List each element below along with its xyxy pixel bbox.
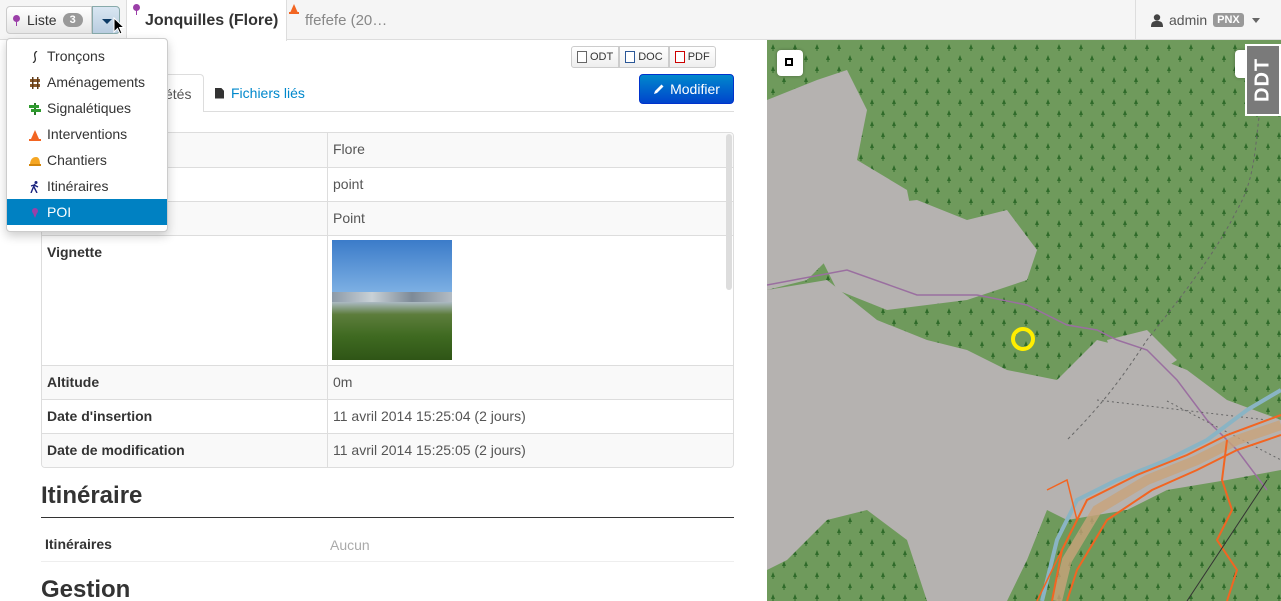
property-value bbox=[328, 236, 733, 365]
tab-ffefefe[interactable]: ffefefe (20… bbox=[290, 0, 387, 40]
doc-file-icon bbox=[625, 51, 636, 63]
tab-jonquilles-label: Jonquilles (Flore) bbox=[145, 11, 279, 29]
path-icon bbox=[32, 51, 38, 63]
pdf-file-icon bbox=[674, 51, 685, 63]
property-value: 11 avril 2014 15:25:04 (2 jours) bbox=[333, 408, 526, 424]
module-dropdown-menu: Tronçons Aménagements Signalétiques Inte… bbox=[6, 38, 168, 232]
top-navbar: Liste 3 Jonquilles (Flore) ffefefe (20… … bbox=[0, 0, 1281, 41]
file-icon bbox=[215, 87, 224, 99]
property-value: Flore bbox=[333, 141, 365, 157]
itineraires-value: Aucun bbox=[330, 537, 370, 553]
map-canvas bbox=[767, 40, 1281, 601]
table-scrollbar[interactable] bbox=[726, 134, 732, 290]
infrastructure-icon bbox=[30, 77, 40, 89]
trek-icon bbox=[30, 181, 39, 193]
chevron-down-icon bbox=[1251, 17, 1260, 23]
map-view[interactable]: DDT bbox=[767, 40, 1281, 601]
tab-linked-files[interactable]: Fichiers liés bbox=[215, 74, 305, 112]
table-row: Date de modification 11 avril 2014 15:25… bbox=[42, 433, 733, 467]
tab-ffefefe-label: ffefefe (20… bbox=[305, 11, 388, 29]
section-heading-gestion: Gestion bbox=[41, 576, 131, 601]
tab-jonquilles[interactable]: Jonquilles (Flore) bbox=[126, 0, 287, 41]
property-value: Point bbox=[333, 210, 365, 226]
poi-icon bbox=[32, 208, 38, 218]
section-heading-itineraire: Itinéraire bbox=[41, 482, 143, 509]
odt-file-icon bbox=[577, 51, 587, 63]
ddt-watermark-logo: DDT bbox=[1245, 44, 1281, 116]
export-doc-button[interactable]: DOC bbox=[619, 46, 669, 68]
export-doc-label: DOC bbox=[638, 51, 663, 63]
menu-item-interventions[interactable]: Interventions bbox=[7, 121, 167, 147]
menu-item-amenagements[interactable]: Aménagements bbox=[7, 69, 167, 95]
section-divider bbox=[41, 517, 734, 518]
menu-item-chantiers[interactable]: Chantiers bbox=[7, 147, 167, 173]
menu-item-poi[interactable]: POI bbox=[7, 199, 167, 225]
property-key: Date d'insertion bbox=[42, 400, 328, 433]
mouse-cursor-icon bbox=[113, 17, 125, 35]
export-odt-button[interactable]: ODT bbox=[571, 46, 620, 68]
modify-label: Modifier bbox=[670, 81, 720, 97]
user-menu[interactable]: admin PNX bbox=[1135, 0, 1281, 40]
property-value: point bbox=[333, 176, 364, 192]
modify-button[interactable]: Modifier bbox=[639, 74, 734, 104]
export-pdf-button[interactable]: PDF bbox=[668, 46, 716, 68]
pencil-icon bbox=[654, 84, 664, 94]
liste-button[interactable]: Liste 3 bbox=[6, 6, 92, 34]
project-icon bbox=[29, 157, 41, 166]
menu-item-signaletiques[interactable]: Signalétiques bbox=[7, 95, 167, 121]
signage-icon bbox=[29, 103, 41, 115]
menu-item-troncons[interactable]: Tronçons bbox=[7, 43, 167, 69]
property-key: Vignette bbox=[42, 236, 328, 365]
export-pdf-label: PDF bbox=[687, 51, 710, 63]
liste-count-badge: 3 bbox=[62, 13, 83, 27]
export-odt-label: ODT bbox=[590, 51, 614, 63]
tab-properties-label: étés bbox=[165, 85, 192, 102]
property-value: 11 avril 2014 15:25:05 (2 jours) bbox=[333, 442, 526, 458]
itineraires-label: Itinéraires bbox=[45, 536, 112, 552]
property-key: Date de modification bbox=[42, 434, 328, 467]
user-icon bbox=[1151, 13, 1163, 27]
tab-linked-files-label: Fichiers liés bbox=[231, 85, 305, 101]
property-value: 0m bbox=[333, 374, 353, 390]
structure-badge: PNX bbox=[1213, 13, 1244, 27]
liste-label: Liste bbox=[27, 12, 57, 28]
menu-item-itineraires[interactable]: Itinéraires bbox=[7, 173, 167, 199]
property-key: Altitude bbox=[42, 366, 328, 399]
table-row: Date d'insertion 11 avril 2014 15:25:04 … bbox=[42, 399, 733, 433]
username: admin bbox=[1169, 12, 1208, 28]
table-row: Vignette bbox=[42, 235, 733, 365]
table-row: Altitude 0m bbox=[42, 365, 733, 399]
export-button-group: ODT DOC PDF bbox=[571, 46, 716, 68]
thumbnail-image[interactable] bbox=[332, 240, 452, 360]
row-divider bbox=[41, 561, 734, 562]
fullscreen-toggle-button[interactable] bbox=[777, 50, 803, 76]
poi-pin-icon bbox=[13, 14, 21, 26]
poi-pin-icon bbox=[133, 4, 141, 15]
intervention-icon bbox=[29, 130, 41, 141]
